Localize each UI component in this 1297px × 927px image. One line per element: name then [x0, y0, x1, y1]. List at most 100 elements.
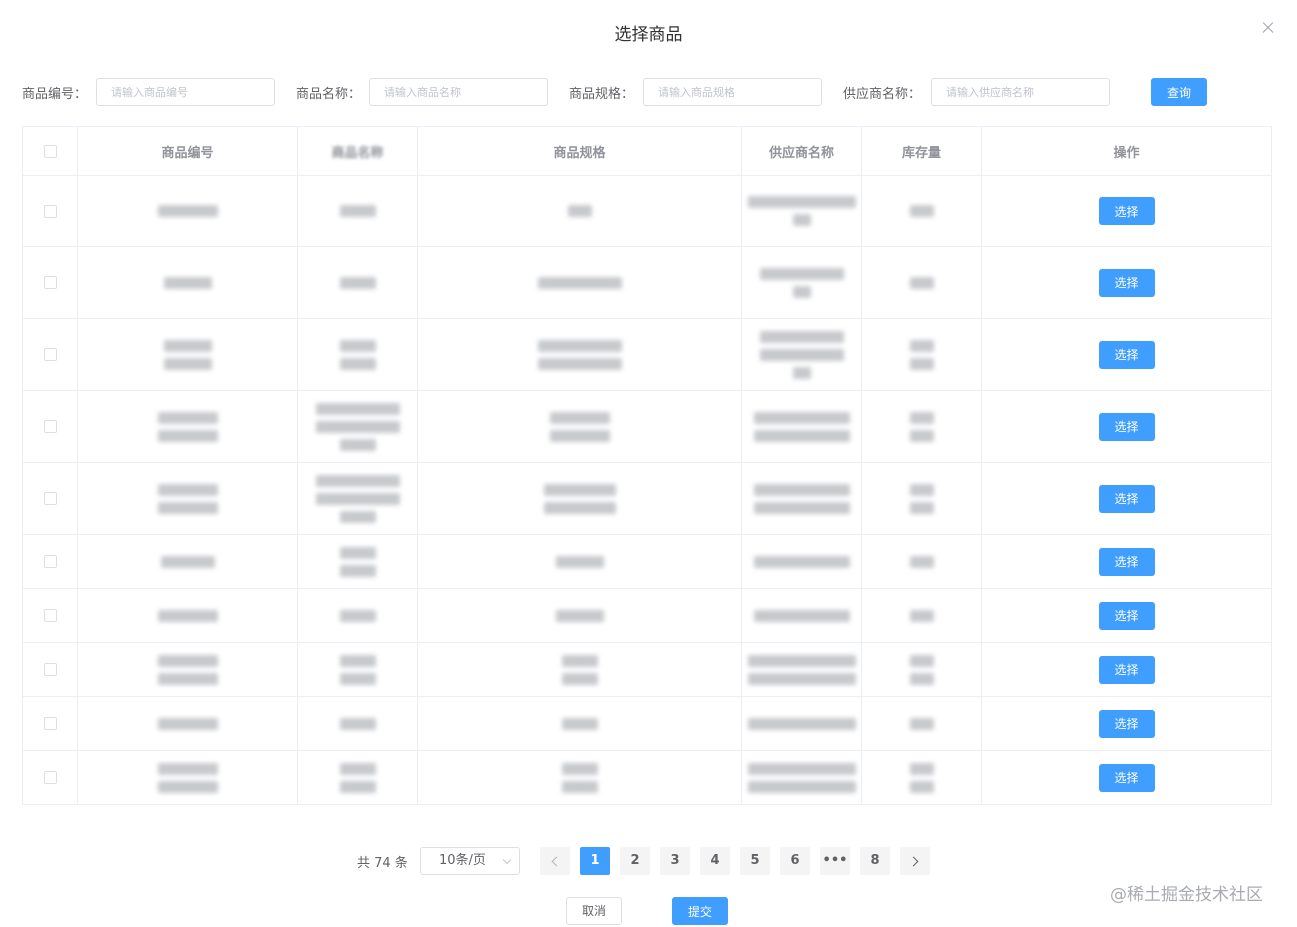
redacted-cell	[418, 176, 742, 246]
redacted-cell	[862, 391, 982, 462]
redacted-cell	[78, 535, 298, 588]
header-stock: 库存量	[862, 127, 982, 175]
row-select-button[interactable]: 选择	[1098, 655, 1155, 684]
prev-page-button[interactable]	[540, 847, 570, 875]
table-row: 选择	[23, 463, 1271, 535]
product-code-input[interactable]	[96, 78, 275, 106]
product-table: 商品编号 商品名称 商品规格 供应商名称 库存量 操作 选择 选择 选择 选择 选择 选择…	[22, 126, 1272, 805]
redacted-cell	[742, 535, 862, 588]
redacted-cell	[298, 319, 418, 390]
redacted-cell	[418, 643, 742, 696]
watermark: @稀土掘金技术社区	[1110, 885, 1263, 905]
table-header: 商品编号 商品名称 商品规格 供应商名称 库存量 操作	[23, 127, 1271, 176]
header-product-name: 商品名称	[331, 145, 384, 161]
table-row: 选择	[23, 535, 1271, 589]
redacted-cell	[298, 751, 418, 804]
row-checkbox[interactable]	[43, 204, 57, 218]
redacted-cell	[298, 697, 418, 750]
redacted-cell	[862, 463, 982, 534]
redacted-cell	[862, 643, 982, 696]
cancel-button[interactable]: 取消	[566, 897, 622, 925]
table-row: 选择	[23, 176, 1271, 247]
row-checkbox[interactable]	[43, 492, 57, 505]
redacted-cell	[78, 319, 298, 390]
chevron-down-icon	[502, 855, 512, 865]
redacted-cell	[418, 751, 742, 804]
query-button[interactable]: 查询	[1151, 78, 1207, 106]
dialog-title: 选择商品	[614, 25, 683, 45]
submit-button[interactable]: 提交	[672, 897, 728, 925]
redacted-cell	[742, 751, 862, 804]
page-button-5[interactable]: 5	[740, 847, 770, 875]
header-product-code: 商品编号	[78, 127, 298, 175]
more-pages-button[interactable]: •••	[820, 847, 850, 875]
table-row: 选择	[23, 391, 1271, 463]
row-select-button[interactable]: 选择	[1098, 412, 1155, 441]
row-checkbox[interactable]	[43, 771, 57, 784]
product-name-label: 商品名称：	[296, 87, 362, 102]
redacted-cell	[418, 463, 742, 534]
redacted-cell	[78, 463, 298, 534]
product-spec-label: 商品规格：	[569, 87, 635, 102]
redacted-cell	[862, 247, 982, 318]
table-row: 选择	[23, 697, 1271, 751]
redacted-cell	[862, 319, 982, 390]
table-row: 选择	[23, 247, 1271, 319]
redacted-cell	[742, 391, 862, 462]
row-select-button[interactable]: 选择	[1098, 197, 1155, 225]
row-select-button[interactable]: 选择	[1098, 484, 1155, 513]
page-button-1[interactable]: 1	[580, 847, 610, 875]
row-checkbox[interactable]	[43, 609, 57, 622]
supplier-name-input[interactable]	[931, 78, 1110, 106]
select-all-checkbox[interactable]	[43, 144, 57, 158]
row-select-button[interactable]: 选择	[1098, 709, 1155, 738]
row-select-button[interactable]: 选择	[1098, 763, 1155, 792]
search-form: 商品编号： 商品名称： 商品规格： 供应商名称： 查询	[22, 78, 1222, 106]
page-button-6[interactable]: 6	[780, 847, 810, 875]
supplier-name-label: 供应商名称：	[843, 87, 922, 102]
next-page-button[interactable]	[900, 847, 930, 875]
redacted-cell	[78, 176, 298, 246]
row-checkbox[interactable]	[43, 717, 57, 730]
row-select-button[interactable]: 选择	[1098, 340, 1155, 369]
header-supplier-name: 供应商名称	[742, 127, 862, 175]
page-button-8[interactable]: 8	[860, 847, 890, 875]
row-select-button[interactable]: 选择	[1098, 601, 1155, 630]
redacted-cell	[78, 589, 298, 642]
row-checkbox[interactable]	[43, 348, 57, 361]
redacted-cell	[78, 643, 298, 696]
redacted-cell	[862, 535, 982, 588]
page-button-4[interactable]: 4	[700, 847, 730, 875]
close-icon[interactable]	[1259, 19, 1277, 37]
row-checkbox[interactable]	[43, 276, 57, 289]
page-button-2[interactable]: 2	[620, 847, 650, 875]
redacted-cell	[862, 697, 982, 750]
redacted-cell	[418, 697, 742, 750]
redacted-cell	[298, 463, 418, 534]
row-checkbox[interactable]	[43, 555, 57, 568]
page-size-select[interactable]: 10条/页	[420, 847, 520, 875]
redacted-cell	[418, 589, 742, 642]
row-select-button[interactable]: 选择	[1098, 547, 1155, 576]
page-button-3[interactable]: 3	[660, 847, 690, 875]
row-checkbox[interactable]	[43, 663, 57, 676]
redacted-cell	[418, 319, 742, 390]
redacted-cell	[78, 751, 298, 804]
product-code-label: 商品编号：	[22, 87, 88, 102]
redacted-cell	[298, 176, 418, 246]
redacted-cell	[742, 463, 862, 534]
redacted-cell	[418, 535, 742, 588]
redacted-cell	[862, 589, 982, 642]
table-row: 选择	[23, 751, 1271, 804]
row-select-button[interactable]: 选择	[1098, 268, 1155, 297]
redacted-cell	[418, 391, 742, 462]
redacted-cell	[298, 391, 418, 462]
header-product-spec: 商品规格	[418, 127, 742, 175]
product-spec-input[interactable]	[643, 78, 822, 106]
product-name-input[interactable]	[369, 78, 548, 106]
redacted-cell	[742, 176, 862, 246]
table-body: 选择 选择 选择 选择 选择 选择 选择 选择 选择 选择	[23, 176, 1271, 804]
redacted-cell	[862, 751, 982, 804]
redacted-cell	[742, 697, 862, 750]
row-checkbox[interactable]	[43, 420, 57, 433]
